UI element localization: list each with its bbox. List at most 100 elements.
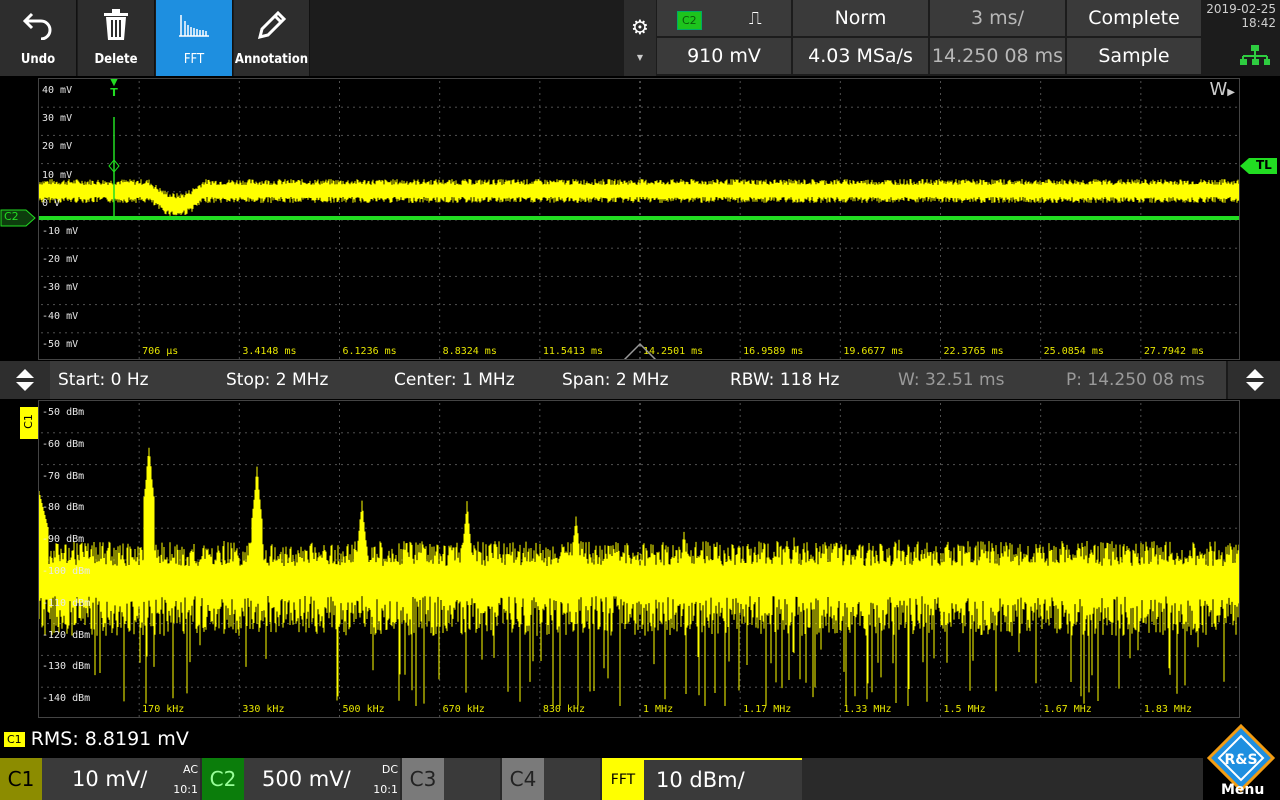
fft-stop[interactable]: Stop: 2 MHz (218, 361, 388, 399)
time-y-label-5: -10 mV (42, 226, 79, 237)
fft-center[interactable]: Center: 1 MHz (386, 361, 556, 399)
time-x-label-6: 16.9589 ms (743, 346, 804, 357)
fft-x-label-9: 1.67 MHz (1043, 704, 1092, 715)
fft-x-label-1: 330 kHz (242, 704, 285, 715)
fft-y-label-5: -100 dBm (42, 566, 91, 577)
fft-bar-up-down-icon-right[interactable] (1240, 365, 1270, 395)
channel-c2-coupling: DC (381, 763, 398, 776)
fft-y-label-4: -90 dBm (42, 534, 85, 546)
ch1-trace (39, 179, 1239, 216)
fft-y-label-2: -70 dBm (42, 470, 85, 482)
fft-spectrum-icon (178, 8, 210, 42)
fft-x-label-0: 170 kHz (142, 704, 185, 715)
window-marker[interactable]: W▶ (1209, 79, 1235, 100)
fft-window[interactable]: W: 32.51 ms (890, 361, 1060, 399)
trigger-slope-icon: ⎍ (749, 7, 762, 29)
channel-c2-probe: 10:1 (373, 783, 398, 796)
time-x-label-3: 8.8324 ms (442, 346, 497, 357)
trigger-mode[interactable]: Norm (793, 0, 928, 36)
time-y-label-6: -20 mV (42, 254, 79, 266)
time-y-label-3: 10 mV (42, 169, 73, 181)
channel-c3-tag: C3 (402, 758, 444, 800)
menu-label: Menu (1221, 782, 1265, 798)
sample-rate[interactable]: 4.03 MSa/s (793, 38, 928, 74)
delete-button[interactable]: Delete (78, 0, 155, 76)
acq-status[interactable]: Complete (1067, 0, 1201, 36)
channel-c3[interactable]: C3 (402, 758, 500, 800)
annotation-button[interactable]: Annotation (234, 0, 310, 76)
fft-x-label-5: 1 MHz (643, 704, 674, 715)
channel-c1[interactable]: C1 10 mV/ AC 10:1 (0, 758, 200, 800)
fft-start[interactable]: Start: 0 Hz (50, 361, 220, 399)
channel-fft-scale: 10 dBm/ (656, 768, 745, 792)
ch2-offset-marker[interactable]: C2 (0, 209, 36, 227)
time-y-label-0: 40 mV (42, 85, 73, 96)
fft-position[interactable]: P: 14.250 08 ms (1058, 361, 1228, 399)
menu-button[interactable]: R&S Menu (1203, 722, 1280, 800)
channel-c1-tag: C1 (0, 758, 42, 800)
fft-x-label-8: 1.5 MHz (943, 704, 986, 715)
time-x-label-10: 27.7942 ms (1143, 346, 1205, 357)
fft-bar-up-down-icon[interactable] (10, 365, 40, 395)
time-y-label-7: -30 mV (42, 282, 79, 294)
rms-value: RMS: 8.8191 mV (30, 728, 189, 750)
fft-y-label-0: -50 dBm (42, 407, 85, 418)
network-icon[interactable] (1240, 44, 1270, 70)
trigger-time-marker[interactable]: ▼ T (108, 79, 120, 98)
time: 18:42 (1241, 16, 1276, 30)
gear-icon: ⚙ (631, 14, 649, 39)
channel-c2-tag: C2 (202, 758, 244, 800)
fft-trace (39, 447, 1239, 706)
time-y-label-1: 30 mV (42, 113, 73, 125)
fft-y-label-6: -110 dBm (42, 597, 91, 609)
fft-x-label-2: 500 kHz (342, 704, 385, 715)
time-y-label-8: -40 mV (42, 310, 79, 322)
fft-y-label-3: -80 dBm (42, 502, 85, 514)
time-x-label-9: 25.0854 ms (1043, 346, 1104, 357)
trigger-level-marker[interactable]: TL (1240, 157, 1278, 175)
channel-c2[interactable]: C2 500 mV/ DC 10:1 (202, 758, 400, 800)
date: 2019-02-25 (1206, 2, 1276, 16)
fft-x-label-4: 830 kHz (542, 704, 585, 715)
ch1-waveform (39, 117, 1239, 220)
channel-c2-scale: 500 mV/ (262, 767, 351, 791)
channel-fft[interactable]: FFT 10 dBm/ (602, 758, 802, 800)
horizontal-position[interactable]: 14.250 08 ms (930, 38, 1065, 74)
measurement-result[interactable]: C1 RMS: 8.8191 mV (0, 722, 1280, 756)
delete-label: Delete (94, 52, 138, 67)
channel-c1-probe: 10:1 (173, 783, 198, 796)
fft-rbw[interactable]: RBW: 118 Hz (722, 361, 892, 399)
pencil-icon (256, 8, 288, 42)
time-domain-plot[interactable]: 40 mV 30 mV 20 mV 10 mV 0 V -10 mV -20 mV -30 m… (38, 78, 1240, 360)
fft-y-label-1: -60 dBm (42, 438, 85, 450)
chevron-down-icon: ▼ (636, 52, 644, 62)
fft-label: FFT (183, 52, 205, 67)
fft-x-label-7: 1.33 MHz (843, 704, 892, 715)
fft-span[interactable]: Span: 2 MHz (554, 361, 724, 399)
time-y-label-4: 0 V (42, 197, 61, 209)
settings-button[interactable]: ⚙ ▼ (624, 0, 656, 76)
channel-c1-coupling: AC (182, 763, 198, 776)
fft-spectrum-plot[interactable]: -50 dBm -60 dBm -70 dBm -80 dBm -90 dBm -100 … (38, 400, 1240, 718)
svg-text:R&S: R&S (1224, 752, 1257, 768)
time-x-label-1: 3.4148 ms (242, 346, 297, 357)
channel-c4-tag: C4 (502, 758, 544, 800)
time-x-label-2: 6.1236 ms (342, 346, 397, 357)
center-triangle-icon (623, 341, 657, 359)
undo-button[interactable]: Undo (0, 0, 77, 76)
time-y-label-2: 20 mV (42, 141, 73, 153)
trigger-source[interactable]: C2 ⎍ (657, 0, 791, 36)
channel-fft-tag: FFT (602, 759, 644, 800)
trigger-source-badge: C2 (677, 7, 702, 30)
fft-ch1-marker[interactable]: C1 (20, 407, 38, 439)
annotation-label: Annotation (234, 52, 309, 67)
channel-c4[interactable]: C4 (502, 758, 600, 800)
channel-bar: C1 10 mV/ AC 10:1 C2 500 mV/ DC 10:1 C3 C4… (0, 758, 1280, 800)
undo-label: Undo (20, 52, 56, 67)
time-x-label-4: 11.5413 ms (542, 346, 604, 357)
time-x-label-8: 22.3765 ms (943, 346, 1004, 357)
fft-button[interactable]: FFT (156, 0, 233, 76)
trigger-level[interactable]: 910 mV (657, 38, 791, 74)
timebase[interactable]: 3 ms/ (930, 0, 1065, 36)
acquisition-mode[interactable]: Sample (1067, 38, 1201, 74)
